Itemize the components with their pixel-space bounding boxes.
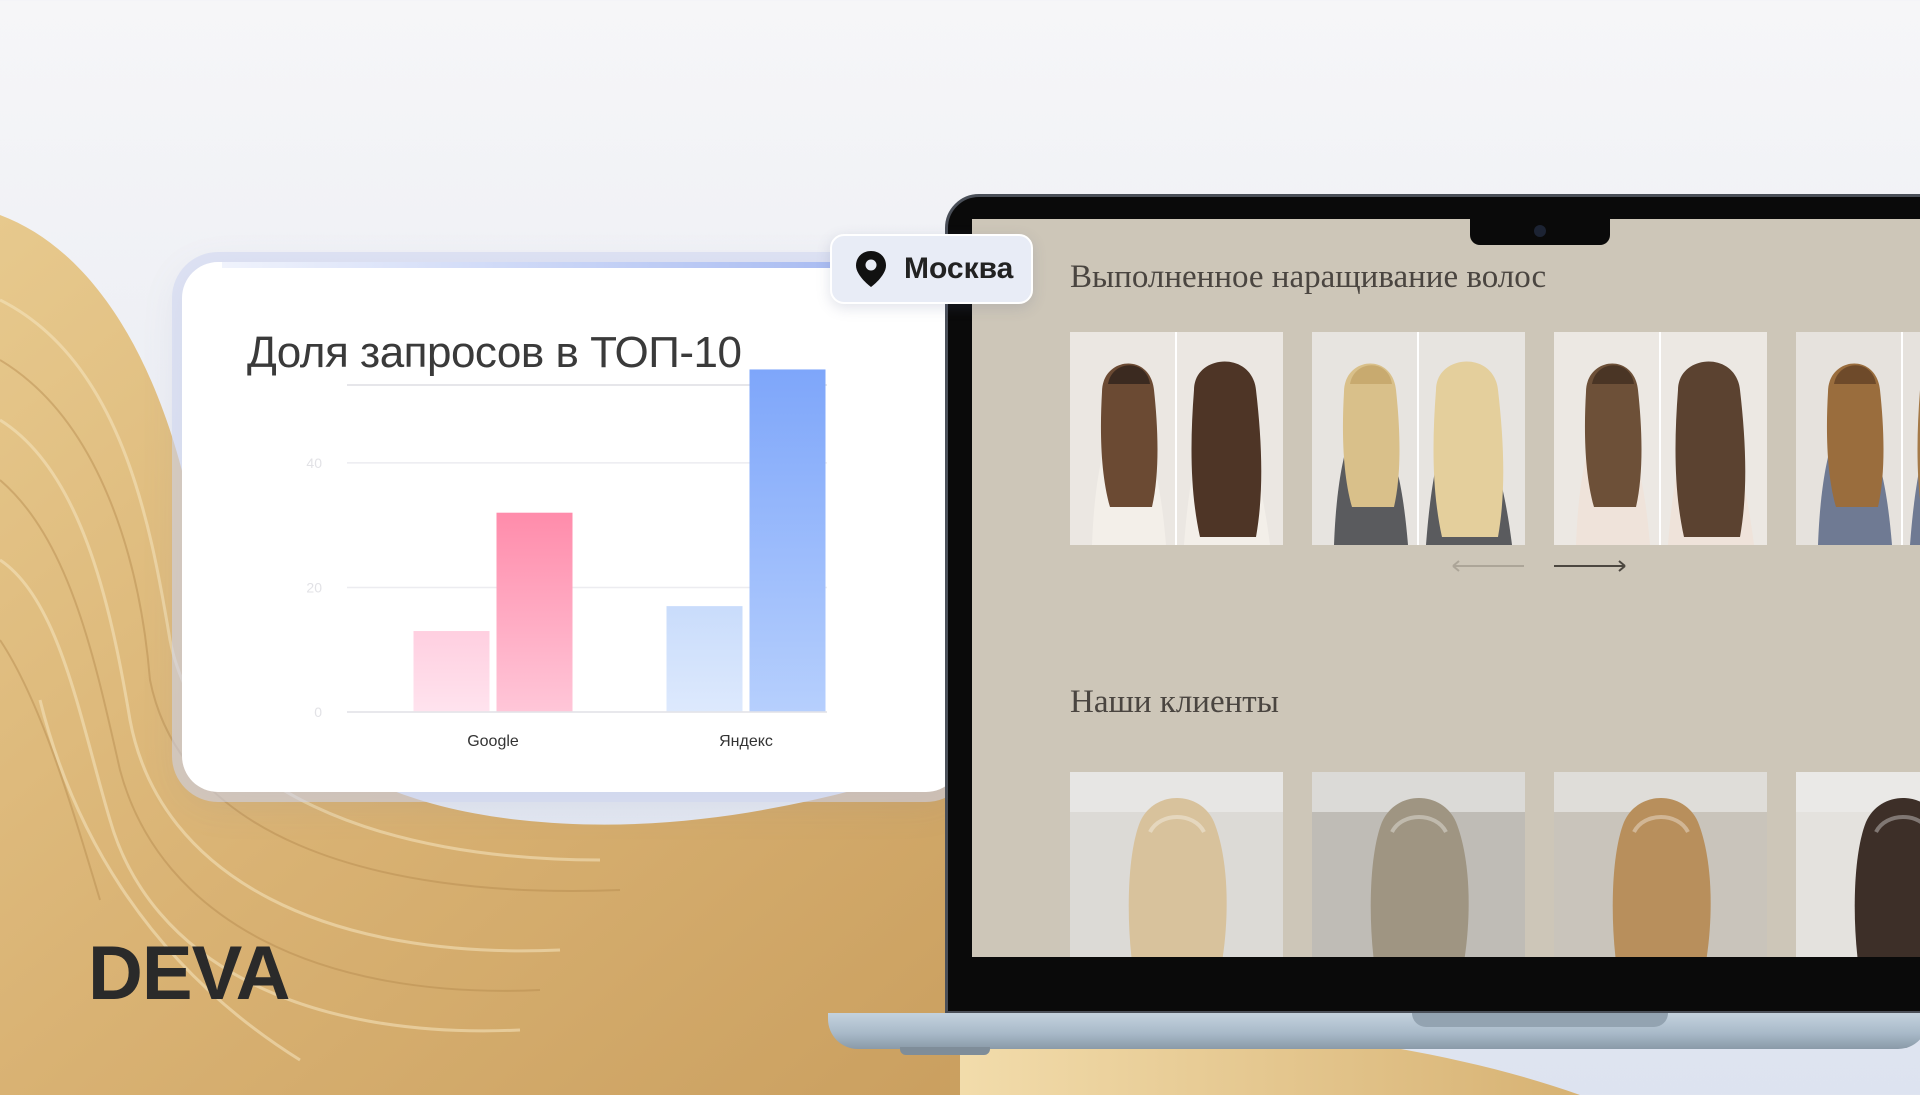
bar-Google-2 bbox=[496, 512, 573, 712]
bar-chart: 0 20 40 Google Яндекс bbox=[306, 369, 827, 750]
work-photo[interactable] bbox=[1796, 332, 1920, 545]
laptop-lip bbox=[1412, 1013, 1668, 1027]
work-photo[interactable] bbox=[1554, 332, 1767, 545]
works-gallery bbox=[1070, 332, 1920, 545]
location-city: Москва bbox=[904, 252, 1014, 285]
client-photo[interactable] bbox=[1554, 772, 1767, 957]
gallery-arrows bbox=[1450, 559, 1628, 573]
next-arrow-button[interactable] bbox=[1552, 559, 1628, 573]
location-badge: Москва bbox=[830, 234, 1033, 304]
work-photo[interactable] bbox=[1070, 332, 1283, 545]
website-screen: Выполненное наращивание волос Наши клиен… bbox=[972, 219, 1920, 957]
bar-Яндекс-2 bbox=[749, 369, 826, 712]
x-tick-label: Яндекс bbox=[719, 733, 773, 750]
camera-notch bbox=[1470, 219, 1610, 245]
bar-Яндекс-1 bbox=[666, 606, 743, 712]
clients-gallery bbox=[1070, 772, 1920, 957]
y-tick-label: 20 bbox=[306, 579, 322, 595]
prev-arrow-button[interactable] bbox=[1450, 559, 1526, 573]
works-section-title: Выполненное наращивание волос bbox=[1070, 259, 1547, 295]
client-photo[interactable] bbox=[1312, 772, 1525, 957]
client-photo[interactable] bbox=[1796, 772, 1920, 957]
arrow-left-icon bbox=[1452, 560, 1524, 572]
y-tick-label: 0 bbox=[314, 704, 322, 720]
client-photo[interactable] bbox=[1070, 772, 1283, 957]
map-pin-icon bbox=[856, 251, 886, 287]
laptop-base bbox=[828, 1013, 1920, 1049]
x-tick-label: Google bbox=[467, 733, 519, 750]
clients-section-title: Наши клиенты bbox=[1070, 684, 1279, 720]
arrow-right-icon bbox=[1554, 560, 1626, 572]
laptop-foot bbox=[900, 1047, 990, 1055]
y-tick-label: 40 bbox=[306, 455, 322, 471]
work-photo[interactable] bbox=[1312, 332, 1525, 545]
bar-Google-1 bbox=[413, 631, 490, 712]
brand-logo: DEVA bbox=[88, 931, 291, 1016]
chart-card: Доля запросов в ТОП-10 0 20 40 Google Яндекс bbox=[182, 262, 962, 792]
camera-icon bbox=[1534, 225, 1546, 237]
